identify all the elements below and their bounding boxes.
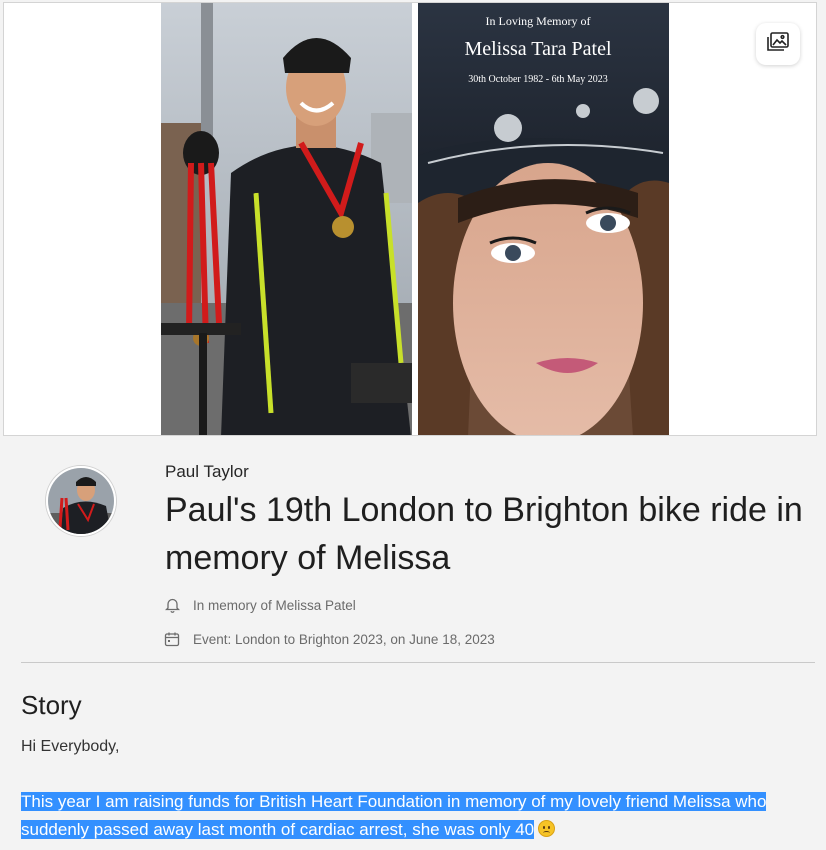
calendar-icon [163,630,181,648]
memorial-info: In memory of Melissa Patel [163,596,356,614]
memorial-photo: In Loving Memory of Melissa Tara Patel 3… [418,3,669,435]
organiser-avatar[interactable] [46,466,116,536]
story-paragraph: This year I am raising funds for British… [21,788,821,844]
page-title: Paul's 19th London to Brighton bike ride… [165,491,803,577]
memorial-line1: In Loving Memory of [486,14,591,28]
event-info: Event: London to Brighton 2023, on June … [163,630,495,648]
memorial-dates: 30th October 1982 - 6th May 2023 [468,74,607,85]
event-text: Event: London to Brighton 2023, on June … [193,631,495,647]
story-heading: Story [21,690,82,720]
memorial-name: Melissa Tara Patel [464,38,612,60]
cyclist-photo [161,3,412,435]
bell-icon [163,596,181,614]
memorial-text: In memory of Melissa Patel [193,597,356,613]
story-greeting: Hi Everybody, [21,738,120,755]
hero-media[interactable]: In Loving Memory of Melissa Tara Patel 3… [3,2,817,436]
story-paragraph-text: This year I am raising funds for British… [21,792,767,839]
section-divider [21,662,815,663]
image-gallery-icon [766,31,790,58]
image-gallery-button[interactable] [756,23,800,65]
frowning-face-icon [538,820,556,837]
organiser-name[interactable]: Paul Taylor [165,462,249,482]
